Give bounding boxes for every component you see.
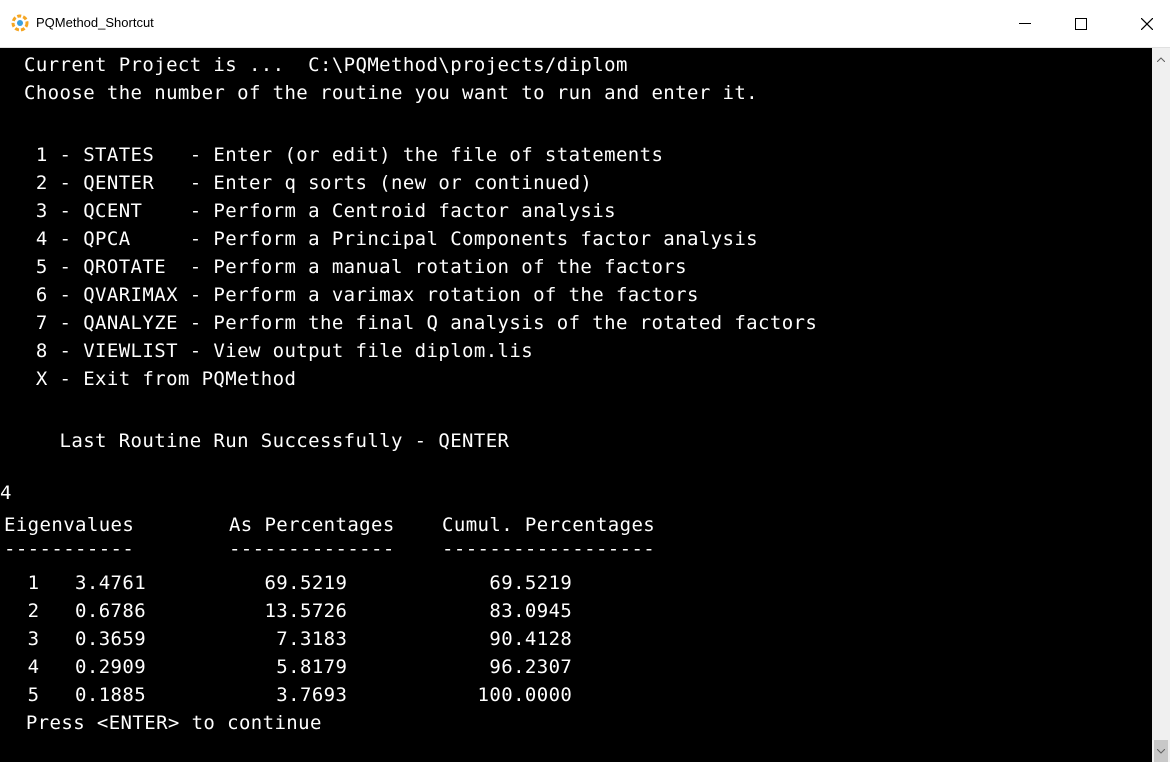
last-routine-status: Last Routine Run Successfully - QENTER xyxy=(24,430,510,452)
menu-option-viewlist: 8 - VIEWLIST - View output file diplom.l… xyxy=(24,340,534,362)
maximize-button[interactable] xyxy=(1058,0,1104,47)
menu-option-qenter: 2 - QENTER - Enter q sorts (new or conti… xyxy=(24,172,593,194)
console-line: Choose the number of the routine you wan… xyxy=(24,82,759,104)
eigen-table-row: 1 3.4761 69.5219 69.5219 xyxy=(4,572,573,594)
scroll-up-button[interactable] xyxy=(1152,50,1170,68)
console-window: PQMethod_Shortcut Current Project is ...… xyxy=(0,0,1170,762)
app-icon xyxy=(11,14,29,32)
menu-option-qanalyze: 7 - QANALYZE - Perform the final Q analy… xyxy=(24,312,818,334)
eigen-table-rule: ----------- -------------- -------------… xyxy=(4,538,656,560)
user-input-echo: 4 xyxy=(0,482,12,504)
minimize-button[interactable] xyxy=(1002,0,1048,47)
eigen-table-row: 2 0.6786 13.5726 83.0945 xyxy=(4,600,573,622)
menu-option-exit: X - Exit from PQMethod xyxy=(24,368,297,390)
eigen-table-header: Eigenvalues As Percentages Cumul. Percen… xyxy=(4,514,656,536)
chevron-up-icon xyxy=(1157,56,1165,62)
close-icon xyxy=(1141,17,1153,30)
console-output[interactable]: Current Project is ... C:\PQMethod\proje… xyxy=(0,48,1152,762)
chevron-down-icon xyxy=(1157,748,1165,754)
console-line: Current Project is ... C:\PQMethod\proje… xyxy=(24,54,628,76)
menu-option-qpca: 4 - QPCA - Perform a Principal Component… xyxy=(24,228,759,250)
maximize-icon xyxy=(1075,17,1087,30)
close-button[interactable] xyxy=(1124,0,1170,47)
eigen-table-row: 3 0.3659 7.3183 90.4128 xyxy=(4,628,573,650)
menu-option-states: 1 - STATES - Enter (or edit) the file of… xyxy=(24,144,664,166)
vertical-scrollbar[interactable] xyxy=(1152,48,1170,762)
eigen-table-row: 5 0.1885 3.7693 100.0000 xyxy=(4,684,573,706)
window-title: PQMethod_Shortcut xyxy=(36,15,154,30)
title-bar[interactable]: PQMethod_Shortcut xyxy=(0,0,1170,48)
menu-option-qrotate: 5 - QROTATE - Perform a manual rotation … xyxy=(24,256,687,278)
minimize-icon xyxy=(1019,23,1031,24)
menu-option-qvarimax: 6 - QVARIMAX - Perform a varimax rotatio… xyxy=(24,284,699,306)
menu-option-qcent: 3 - QCENT - Perform a Centroid factor an… xyxy=(24,200,616,222)
eigen-table-row: 4 0.2909 5.8179 96.2307 xyxy=(4,656,573,678)
continue-prompt: Press <ENTER> to continue xyxy=(14,712,322,734)
scroll-down-button[interactable] xyxy=(1152,742,1170,760)
